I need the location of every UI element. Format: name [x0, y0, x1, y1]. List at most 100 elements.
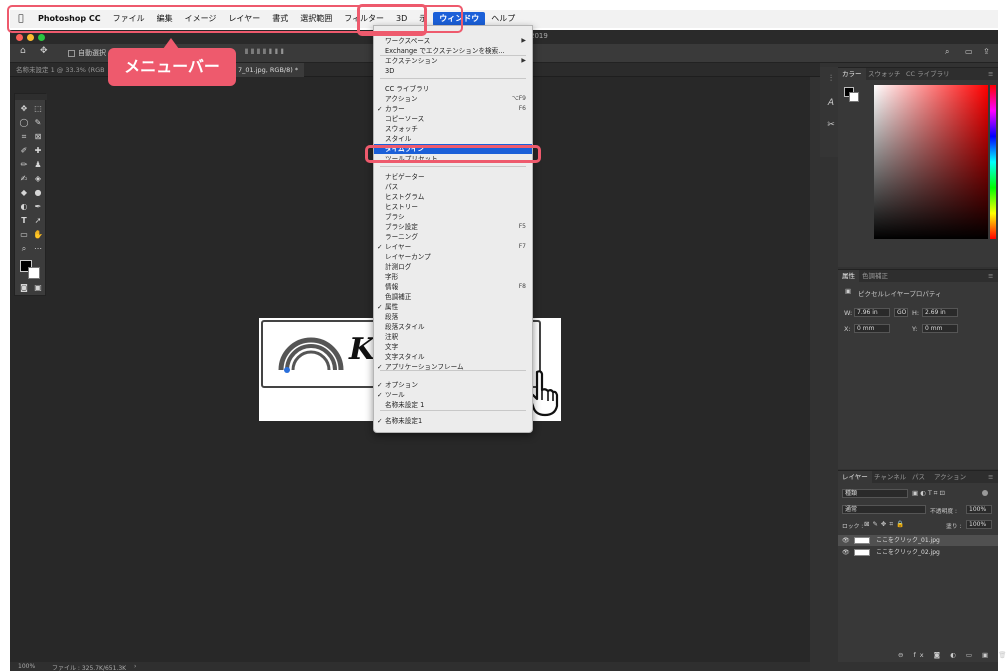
- tab-channels[interactable]: チャンネル: [870, 471, 910, 483]
- type-tool-icon[interactable]: T: [18, 215, 30, 227]
- layer-row[interactable]: 👁 ここをクリック_01.jpg: [838, 535, 998, 546]
- brush-tool-icon[interactable]: ✏: [18, 159, 30, 171]
- share-icon[interactable]: ⇪: [983, 47, 990, 56]
- tab-layers[interactable]: レイヤー: [838, 471, 872, 483]
- window-menu-item[interactable]: ヒストリー: [374, 202, 532, 212]
- tab-doc-1[interactable]: 名称未設定 1 @ 33.3% (RGB: [10, 63, 111, 77]
- window-menu-item[interactable]: ワークスペース ▶: [374, 36, 532, 46]
- more-tools-icon[interactable]: ⋯: [32, 243, 44, 255]
- tab-swatches[interactable]: スウォッチ: [864, 68, 905, 80]
- character-panel-icon[interactable]: A: [825, 97, 837, 109]
- dodge-tool-icon[interactable]: ◐: [18, 201, 30, 213]
- window-menu-item[interactable]: 段落: [374, 312, 532, 322]
- hand-tool-icon[interactable]: ✋: [32, 229, 44, 241]
- panel-menu-icon[interactable]: ≡: [984, 270, 997, 282]
- window-menu-item[interactable]: パス: [374, 182, 532, 192]
- crop-tool-icon[interactable]: ⌗: [18, 131, 30, 143]
- window-menu-item[interactable]: ✓ カラー F6: [374, 104, 532, 114]
- window-menu-item[interactable]: ✓ ツール: [374, 390, 532, 400]
- eraser-tool-icon[interactable]: ◈: [32, 173, 44, 185]
- tab-adjustments[interactable]: 色調補正: [858, 270, 892, 282]
- opacity-field[interactable]: 100%: [966, 505, 992, 514]
- window-menu-item[interactable]: ヒストグラム: [374, 192, 532, 202]
- window-menu-item[interactable]: ✓ 属性: [374, 302, 532, 312]
- filter-toggle-icon[interactable]: [982, 490, 988, 496]
- zoom-window-icon[interactable]: [38, 34, 45, 41]
- color-picker-field[interactable]: [874, 85, 988, 239]
- history-brush-tool-icon[interactable]: ✍: [18, 173, 30, 185]
- layer-filter-icons[interactable]: ▣◐T⌗⊡: [912, 489, 947, 498]
- window-menu-item[interactable]: ✓ アプリケーションフレーム: [374, 362, 532, 372]
- shape-tool-icon[interactable]: ▭: [18, 229, 30, 241]
- window-menu-item[interactable]: CC ライブラリ: [374, 84, 532, 94]
- window-menu-item[interactable]: 段落スタイル: [374, 322, 532, 332]
- minimize-window-icon[interactable]: [27, 34, 34, 41]
- tab-properties[interactable]: 属性: [838, 270, 859, 282]
- tab-actions[interactable]: アクション: [930, 471, 970, 483]
- auto-select-checkbox[interactable]: [68, 50, 75, 57]
- tools-panel-grip[interactable]: [15, 94, 47, 100]
- window-menu-item[interactable]: スウォッチ: [374, 124, 532, 134]
- background-color-swatch[interactable]: [28, 267, 40, 279]
- move-tool-icon[interactable]: ✥: [40, 46, 48, 56]
- layer-filter-select[interactable]: 種類: [842, 489, 908, 498]
- window-menu-item[interactable]: ラーニング: [374, 232, 532, 242]
- home-icon[interactable]: ⌂: [20, 46, 26, 56]
- align-icons[interactable]: ⫴⫴⫴⫴⫴⫴⫴: [245, 48, 287, 57]
- panel-menu-icon[interactable]: ≡: [984, 471, 997, 483]
- tab-cc-libraries[interactable]: CC ライブラリ: [902, 68, 954, 80]
- window-menu-item[interactable]: ✓ オプション: [374, 380, 532, 390]
- lasso-tool-icon[interactable]: ◯: [18, 117, 30, 129]
- lock-icons[interactable]: ⊠✎✥⌗🔒: [864, 520, 907, 529]
- window-menu-item[interactable]: 文字スタイル: [374, 352, 532, 362]
- pen-tool-icon[interactable]: ✒: [32, 201, 44, 213]
- blur-tool-icon[interactable]: ●: [32, 187, 44, 199]
- blend-mode-select[interactable]: 通常: [842, 505, 926, 514]
- tab-doc-2[interactable]: 7_01.jpg, RGB/8) *: [232, 63, 305, 77]
- window-menu-item[interactable]: 情報 F8: [374, 282, 532, 292]
- paint-bucket-tool-icon[interactable]: ◆: [18, 187, 30, 199]
- layer-action-icons[interactable]: ⊖ fx ◙ ◐ ▭ ▣ 🗑: [898, 651, 1008, 659]
- window-menu-item[interactable]: 注釈: [374, 332, 532, 342]
- link-dimensions-button[interactable]: GO: [894, 308, 908, 317]
- move-tool-icon[interactable]: ✥: [18, 103, 30, 115]
- hue-slider[interactable]: [990, 85, 996, 239]
- screen-mode-icon[interactable]: ▣: [32, 282, 44, 294]
- panel-menu-icon[interactable]: ≡: [984, 68, 997, 80]
- height-field[interactable]: 2.69 in: [922, 308, 958, 317]
- stamp-tool-icon[interactable]: ♟: [32, 159, 44, 171]
- window-menu-item[interactable]: ブラシ: [374, 212, 532, 222]
- frame-tool-icon[interactable]: ⊠: [32, 131, 44, 143]
- healing-tool-icon[interactable]: ✚: [32, 145, 44, 157]
- layer-row[interactable]: 👁 ここをクリック_02.jpg: [838, 547, 998, 558]
- eyedropper-tool-icon[interactable]: ✐: [18, 145, 30, 157]
- quick-select-tool-icon[interactable]: ✎: [32, 117, 44, 129]
- zoom-tool-icon[interactable]: ⌕: [18, 243, 30, 255]
- window-menu-item[interactable]: 3D: [374, 66, 532, 76]
- close-window-icon[interactable]: [16, 34, 23, 41]
- window-menu-item[interactable]: エクステンション ▶: [374, 56, 532, 66]
- x-field[interactable]: 0 mm: [854, 324, 890, 333]
- workspace-icon[interactable]: ▭: [965, 47, 973, 56]
- window-menu-item[interactable]: ✓ レイヤー F7: [374, 242, 532, 252]
- window-menu-item[interactable]: 字形: [374, 272, 532, 282]
- window-menu-item[interactable]: ナビゲーター: [374, 172, 532, 182]
- histogram-panel-icon[interactable]: ⫶: [825, 73, 837, 85]
- width-field[interactable]: 7.96 in: [854, 308, 890, 317]
- window-menu-item[interactable]: 色調補正: [374, 292, 532, 302]
- window-menu-item[interactable]: スタイル: [374, 134, 532, 144]
- tab-paths[interactable]: パス: [908, 471, 929, 483]
- y-field[interactable]: 0 mm: [922, 324, 958, 333]
- window-menu-item[interactable]: 文字: [374, 342, 532, 352]
- marquee-tool-icon[interactable]: ⬚: [32, 103, 44, 115]
- window-menu-item[interactable]: ✓ 名称未設定1: [374, 416, 532, 426]
- zoom-level[interactable]: 100%: [18, 663, 35, 670]
- tab-color[interactable]: カラー: [838, 68, 866, 80]
- window-menu-item[interactable]: コピーソース: [374, 114, 532, 124]
- path-select-tool-icon[interactable]: ➚: [32, 215, 44, 227]
- search-icon[interactable]: ⌕: [945, 47, 949, 57]
- color-panel-bg-swatch[interactable]: [849, 92, 859, 102]
- quick-mask-icon[interactable]: ◙: [18, 282, 30, 294]
- visibility-eye-icon[interactable]: 👁: [842, 547, 850, 558]
- window-menu-item[interactable]: 計測ログ: [374, 262, 532, 272]
